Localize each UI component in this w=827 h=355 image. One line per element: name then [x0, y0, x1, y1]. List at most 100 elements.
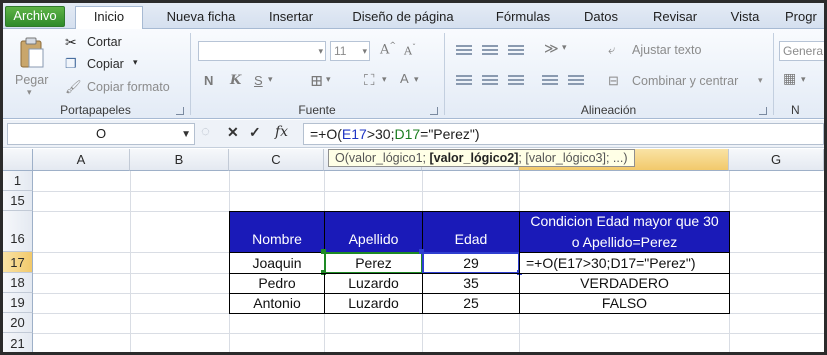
align-center-icon[interactable]: [482, 75, 498, 87]
align-bottom-icon[interactable]: [508, 45, 524, 57]
select-all-corner[interactable]: [3, 149, 33, 171]
tab-formulas[interactable]: Fórmulas: [485, 7, 561, 29]
dialog-launcher-icon[interactable]: [176, 107, 184, 115]
formula-input[interactable]: =+O(E17>30;D17="Perez"): [303, 123, 824, 145]
tab-diseno-pagina[interactable]: Diseño de página: [343, 7, 463, 29]
tab-archivo[interactable]: Archivo: [5, 6, 65, 27]
cell-d17[interactable]: Perez: [324, 252, 423, 274]
chevron-down-icon[interactable]: ▾: [414, 75, 419, 85]
clipboard-group-label: Portapapeles: [60, 103, 131, 117]
borders-icon[interactable]: ⊞: [310, 71, 323, 90]
cell-c17[interactable]: Joaquin: [229, 252, 325, 274]
dialog-launcher-icon[interactable]: [759, 107, 767, 115]
cancel-icon[interactable]: ✕: [227, 124, 239, 141]
tooltip-current-arg[interactable]: [valor_lógico2]: [430, 151, 519, 165]
font-size-combo[interactable]: 11 ▾: [330, 41, 370, 61]
cell-e18[interactable]: 35: [422, 273, 520, 294]
resize-handle-icon[interactable]: ◌: [201, 123, 210, 140]
paste-button[interactable]: Pegar ▾: [7, 31, 55, 97]
number-format-combo[interactable]: Genera: [779, 41, 824, 61]
col-header-a[interactable]: A: [33, 149, 130, 171]
row-header-16[interactable]: 16: [3, 211, 33, 252]
merge-center-button[interactable]: ⊟ Combinar y centrar ▾: [608, 73, 768, 91]
col-header-b[interactable]: B: [130, 149, 229, 171]
tab-programador[interactable]: Progr: [785, 7, 824, 29]
chevron-down-icon[interactable]: ▾: [382, 75, 387, 85]
name-box[interactable]: O ▼: [7, 123, 195, 145]
cell-e17[interactable]: 29: [422, 252, 520, 274]
col-header-c[interactable]: C: [229, 149, 324, 171]
range-handle[interactable]: [321, 249, 326, 254]
shrink-font-icon[interactable]: Aˇ: [404, 43, 416, 58]
insert-function-icon[interactable]: fx: [275, 124, 288, 140]
font-color-icon[interactable]: A: [400, 71, 409, 86]
header-apellido[interactable]: Apellido: [324, 211, 423, 253]
row-header-1[interactable]: 1: [3, 171, 33, 191]
cell-f19[interactable]: FALSO: [519, 293, 730, 314]
bold-icon[interactable]: N: [204, 73, 213, 88]
tab-insertar[interactable]: Insertar: [261, 7, 321, 29]
cell-f17-active[interactable]: =+O(E17>30;D17="Perez"): [519, 252, 730, 274]
cell-c18[interactable]: Pedro: [229, 273, 325, 294]
scissors-icon: ✂: [65, 34, 77, 50]
decrease-indent-icon[interactable]: [542, 75, 558, 87]
row-header-17[interactable]: 17: [3, 252, 33, 273]
row-header-20[interactable]: 20: [3, 313, 33, 333]
ribbon-separator: [773, 33, 774, 115]
row-header-15[interactable]: 15: [3, 191, 33, 211]
row-header-21[interactable]: 21: [3, 333, 33, 352]
chevron-down-icon[interactable]: ▾: [801, 75, 806, 85]
cut-button[interactable]: ✂ Cortar: [65, 34, 145, 52]
dialog-launcher-icon[interactable]: [430, 107, 438, 115]
header-edad[interactable]: Edad: [422, 211, 520, 253]
underline-icon[interactable]: S: [254, 73, 263, 88]
tab-datos[interactable]: Datos: [578, 7, 624, 29]
chevron-down-icon: ▾: [133, 57, 138, 67]
fill-color-icon[interactable]: ⛶: [364, 71, 375, 89]
chevron-down-icon[interactable]: ▾: [268, 75, 273, 85]
font-name-combo[interactable]: ▾: [198, 41, 326, 61]
format-painter-label: Copiar formato: [87, 80, 170, 94]
alignment-group-label: Alineación: [580, 103, 637, 117]
align-top-icon[interactable]: [456, 45, 472, 57]
paintbrush-icon: 🖌: [65, 79, 82, 94]
header-condicion[interactable]: Condicion Edad mayor que 30 o Apellido=P…: [519, 211, 730, 253]
align-middle-icon[interactable]: [482, 45, 498, 57]
wrap-text-button[interactable]: ⤶ Ajustar texto: [608, 42, 718, 60]
tab-revisar[interactable]: Revisar: [645, 7, 705, 29]
cell-c19[interactable]: Antonio: [229, 293, 325, 314]
alignment-group: ≫ ▾ ⤶ Ajustar texto ⊟ Combinar y centrar…: [446, 29, 771, 119]
cell-d19[interactable]: Luzardo: [324, 293, 423, 314]
grow-font-icon[interactable]: A^: [380, 41, 396, 57]
tab-vista[interactable]: Vista: [721, 7, 769, 29]
chevron-down-icon[interactable]: ▾: [326, 75, 331, 85]
row-header-19[interactable]: 19: [3, 293, 33, 313]
col-header-g[interactable]: G: [729, 149, 824, 171]
formula-text: ="Perez"): [420, 126, 480, 142]
chevron-down-icon: ▾: [318, 46, 323, 56]
font-group: ▾ 11 ▾ A^ Aˇ N K S ▾ ⊞ ▾ ⛶ ▾ A ▾ Fuente: [192, 29, 442, 119]
tooltip-rest[interactable]: ; [valor_lógico3]; ...): [518, 151, 627, 165]
orientation-icon[interactable]: ≫: [544, 41, 559, 57]
worksheet-grid[interactable]: A B C D E F G 1 15 16 17 18 19 20 21 Nom…: [3, 149, 824, 352]
align-left-icon[interactable]: [456, 75, 472, 87]
align-right-icon[interactable]: [508, 75, 524, 87]
currency-icon[interactable]: ▦: [783, 71, 796, 87]
enter-check-icon[interactable]: ✓: [249, 124, 261, 141]
copy-button[interactable]: ❐ Copiar ▾: [65, 56, 155, 74]
cell-d18[interactable]: Luzardo: [324, 273, 423, 294]
increase-indent-icon[interactable]: [568, 75, 584, 87]
cell-f18[interactable]: VERDADERO: [519, 273, 730, 294]
italic-icon[interactable]: K: [230, 73, 241, 88]
cell-e19[interactable]: 25: [422, 293, 520, 314]
formula-text: =+O(: [310, 126, 342, 142]
format-painter-button[interactable]: 🖌 Copiar formato: [65, 79, 185, 97]
chevron-down-icon[interactable]: ▾: [562, 43, 567, 53]
tab-inicio[interactable]: Inicio: [75, 6, 143, 30]
merge-center-label: Combinar y centrar: [632, 74, 739, 88]
header-nombre[interactable]: Nombre: [229, 211, 325, 253]
tab-nueva-ficha[interactable]: Nueva ficha: [161, 7, 241, 29]
row-header-18[interactable]: 18: [3, 273, 33, 293]
range-handle[interactable]: [419, 249, 424, 254]
tooltip-fn[interactable]: O(valor_lógico1;: [335, 151, 430, 165]
